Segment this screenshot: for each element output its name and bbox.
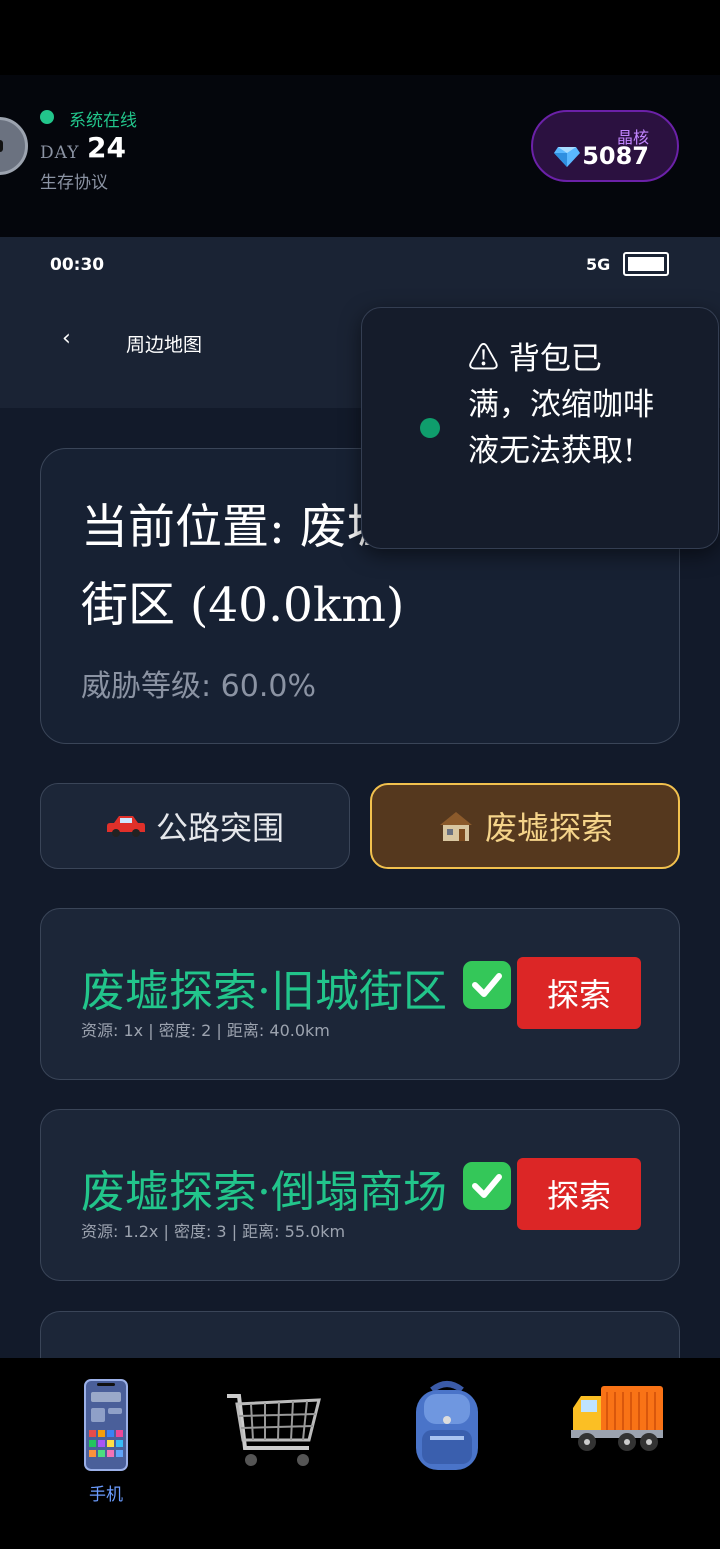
place-card: 废墟探索·旧城街区 资源: 1x | 密度: 2 | 距离: 40.0km 探索 [40, 908, 680, 1080]
bottom-tab-bar: 手机 [0, 1358, 720, 1549]
crystal-value: 5087 [582, 142, 649, 170]
explore-button[interactable]: 探索 [517, 957, 641, 1029]
phone-status-bar: 00:30 5G [0, 237, 720, 297]
mode-label: 公路突围 [155, 809, 284, 847]
backpack-icon [416, 1381, 478, 1470]
battery-icon [623, 252, 669, 276]
mode-label: 废墟探索 [484, 809, 613, 847]
toast-message: ⚠ 背包已满，浓缩咖啡液无法获取! [468, 341, 654, 469]
place-name: 废墟探索·倒塌商场 [81, 1167, 447, 1218]
diamond-icon [554, 147, 581, 167]
house-icon [439, 812, 472, 841]
crystal-balance-badge[interactable]: 晶核 5087 [531, 110, 679, 182]
tab-label: 手机 [89, 1485, 123, 1505]
toast-status-dot [420, 418, 440, 438]
tab-shop[interactable] [218, 1378, 328, 1518]
back-button[interactable]: ‹ [62, 326, 71, 351]
check-icon [463, 961, 511, 1009]
day-label: DAY [40, 143, 80, 163]
day-number: 24 [87, 131, 126, 164]
online-status-dot [40, 110, 54, 124]
explore-button[interactable]: 探索 [517, 1158, 641, 1230]
protocol-label: 生存协议 [40, 173, 108, 193]
check-icon [463, 1162, 511, 1210]
place-card: 废墟探索·倒塌商场 资源: 1.2x | 密度: 3 | 距离: 55.0km … [40, 1109, 680, 1281]
mode-ruin-explore-button[interactable]: 废墟探索 [370, 783, 680, 869]
tab-backpack[interactable] [392, 1378, 502, 1518]
place-meta: 资源: 1.2x | 密度: 3 | 距离: 55.0km [81, 1222, 346, 1241]
truck-icon [571, 1386, 663, 1451]
top-safe-area [0, 0, 720, 75]
place-name: 废墟探索·旧城街区 [81, 966, 447, 1017]
mode-road-breakout-button[interactable]: 公路突围 [40, 783, 350, 869]
phone-icon [84, 1379, 128, 1471]
place-card-partial [40, 1311, 680, 1358]
signal-label: 5G [586, 255, 611, 274]
cart-icon [227, 1394, 321, 1466]
tab-phone[interactable]: 手机 [51, 1378, 161, 1518]
clock: 00:30 [50, 255, 105, 275]
crystal-value-row: 5087 [554, 142, 649, 170]
backpack-full-toast: ⚠ 背包已满，浓缩咖啡液无法获取! [361, 307, 719, 549]
tab-truck[interactable] [562, 1378, 672, 1518]
avatar-eye [0, 140, 3, 152]
place-meta: 资源: 1x | 密度: 2 | 距离: 40.0km [81, 1021, 330, 1040]
threat-level: 威胁等级: 60.0% [81, 669, 316, 704]
car-icon [106, 816, 145, 837]
nav-title: 周边地图 [126, 334, 203, 356]
online-status-text: 系统在线 [69, 111, 137, 131]
